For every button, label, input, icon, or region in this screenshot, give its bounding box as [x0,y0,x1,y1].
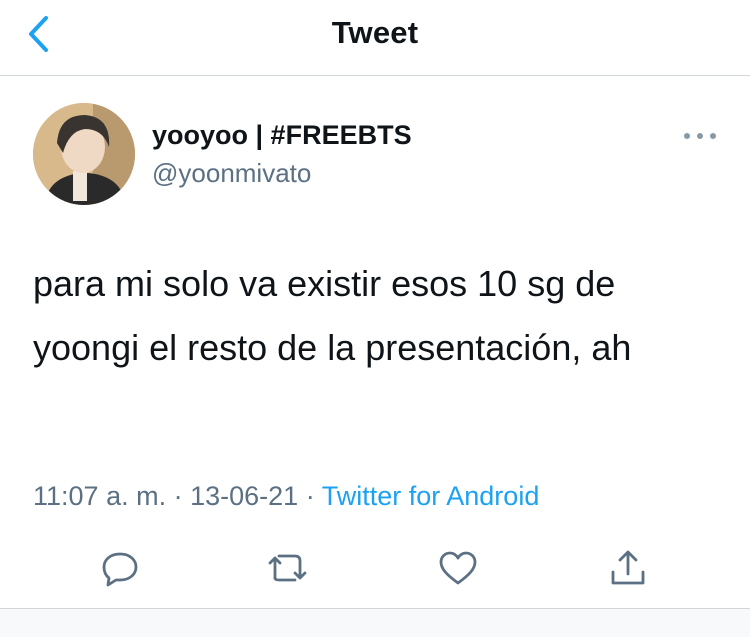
tweet-meta: 11:07 a. m. · 13-06-21 · Twitter for And… [33,481,539,512]
handle[interactable]: @yoonmivato [152,158,311,189]
avatar-image [33,103,135,205]
more-button[interactable] [682,124,718,148]
top-bar: Tweet [0,0,750,76]
like-button[interactable] [434,540,482,596]
tweet-time: 11:07 a. m. [33,481,167,511]
tweet-source-link[interactable]: Twitter for Android [322,481,540,511]
retweet-icon [268,554,307,582]
tweet-text: para mi solo va existir esos 10 sg de yo… [33,263,632,368]
bottom-divider-area [0,608,750,637]
retweet-button[interactable] [265,540,313,596]
avatar[interactable] [33,103,135,205]
tweet-date: 13-06-21 [190,481,299,511]
share-icon [611,550,645,585]
page-title: Tweet [331,15,419,50]
heart-icon [439,551,477,585]
more-horizontal-icon [684,133,716,139]
meta-separator: · [305,481,315,511]
display-name[interactable]: yooyoo | #FREEBTS [152,120,412,151]
share-button[interactable] [604,540,652,596]
reply-button[interactable] [96,540,144,596]
meta-separator: · [173,481,183,511]
reply-icon [102,552,138,587]
action-bar [0,540,750,596]
